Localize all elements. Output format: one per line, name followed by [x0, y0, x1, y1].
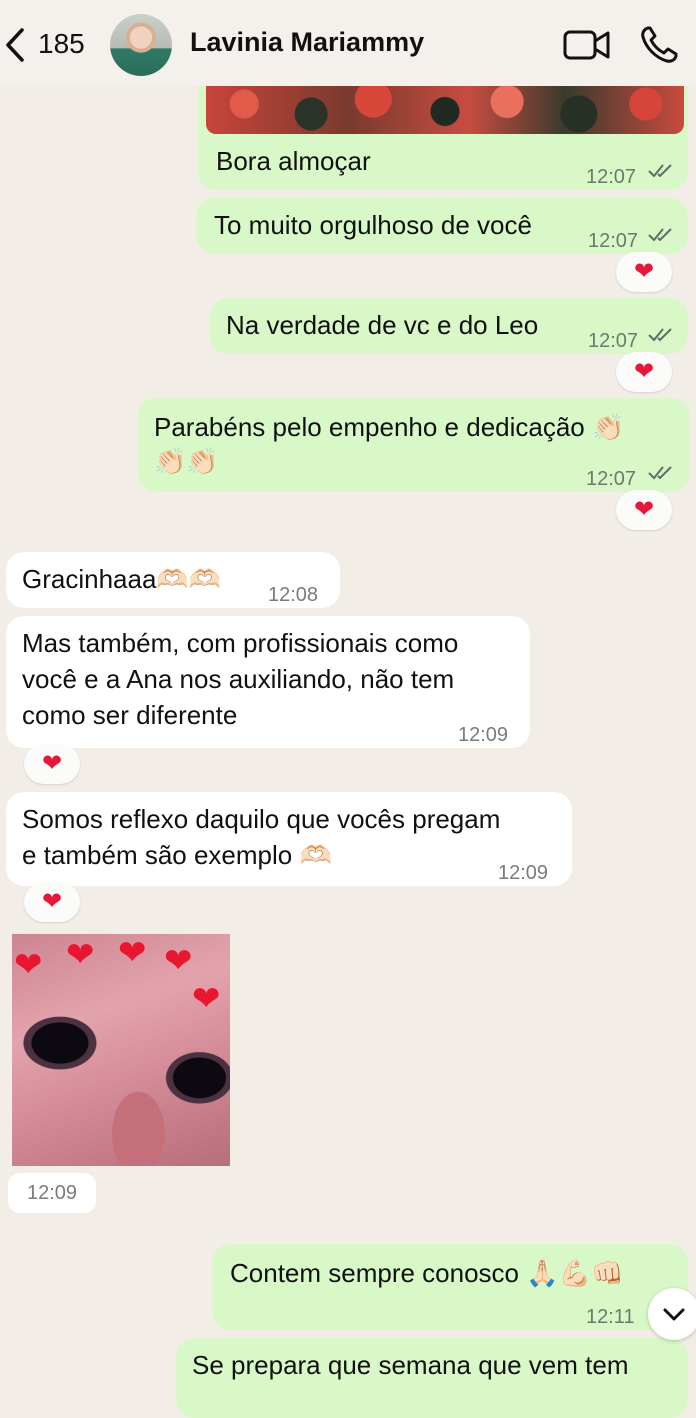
heart-icon: ❤ [633, 358, 655, 385]
read-ticks-icon [648, 228, 672, 242]
read-ticks-icon [648, 466, 672, 480]
outgoing-message[interactable]: To muito orgulhoso de você 12:07 [196, 198, 688, 254]
heart-reaction[interactable]: ❤ [24, 744, 80, 784]
sticker-heart-icon: ❤ [118, 934, 147, 972]
video-call-icon[interactable] [562, 28, 612, 62]
scroll-down-button[interactable] [648, 1288, 696, 1340]
message-time: 12:11 [586, 1306, 635, 1328]
kitten-sticker[interactable]: ❤ ❤ ❤ ❤ ❤ [12, 934, 230, 1166]
heart-icon: ❤ [633, 496, 655, 523]
unread-count[interactable]: 185 [38, 28, 85, 60]
heart-reaction[interactable]: ❤ [24, 882, 80, 922]
sticker-heart-icon: ❤ [192, 980, 221, 1018]
contact-name[interactable]: Lavinia Mariammy [190, 27, 424, 58]
message-text-line1: Mas também, com profissionais como [22, 628, 459, 658]
incoming-message[interactable]: Somos reflexo daquilo que vocês pregam e… [6, 792, 572, 886]
message-text: Na verdade de vc e do Leo [226, 310, 539, 340]
message-text: Bora almoçar [216, 146, 371, 176]
incoming-message[interactable]: Gracinhaaa🫶🏻🫶🏻 12:08 [6, 552, 340, 608]
outgoing-message[interactable]: Contem sempre conosco 🙏🏻💪🏻👊🏻 12:11 [212, 1244, 688, 1330]
message-text: Contem sempre conosco 🙏🏻💪🏻👊🏻 [230, 1258, 624, 1288]
message-time: 12:07 [586, 166, 637, 188]
heart-icon: ❤ [41, 888, 63, 915]
message-text-line3: como ser diferente [22, 700, 238, 730]
shared-photo[interactable] [206, 84, 684, 134]
sticker-heart-icon: ❤ [164, 942, 193, 980]
outgoing-message-caption: Bora almoçar 12:07 [198, 138, 688, 190]
message-text: Gracinhaaa🫶🏻🫶🏻 [22, 564, 222, 594]
sticker-heart-icon: ❤ [14, 946, 43, 984]
read-ticks-icon [648, 164, 672, 178]
outgoing-message[interactable]: Se prepara que semana que vem tem [176, 1338, 688, 1418]
chevron-down-icon [663, 1308, 685, 1321]
message-text-line1: Somos reflexo daquilo que vocês pregam [22, 804, 501, 834]
heart-icon: ❤ [633, 258, 655, 285]
message-text-line2: 👏🏻👏🏻 [154, 446, 219, 476]
message-text-line1: Parabéns pelo empenho e dedicação 👏🏻 [154, 412, 625, 442]
chat-header: 185 Lavinia Mariammy [0, 0, 696, 86]
outgoing-message[interactable]: Na verdade de vc e do Leo 12:07 [210, 298, 688, 354]
message-time: 12:09 [498, 862, 549, 884]
message-text-line2: e também são exemplo 🫶🏻 [22, 840, 332, 870]
back-chevron-icon[interactable] [2, 26, 28, 64]
message-time: 12:09 [8, 1173, 96, 1213]
heart-reaction[interactable]: ❤ [616, 352, 672, 392]
message-time: 12:08 [268, 584, 319, 606]
outgoing-message[interactable]: Parabéns pelo empenho e dedicação 👏🏻 👏🏻👏… [138, 398, 690, 492]
message-time: 12:09 [458, 724, 509, 746]
message-text: Se prepara que semana que vem tem [192, 1350, 629, 1380]
heart-reaction[interactable]: ❤ [616, 252, 672, 292]
sticker-heart-icon: ❤ [66, 936, 95, 974]
incoming-message[interactable]: Mas também, com profissionais como você … [6, 616, 530, 748]
phone-call-icon[interactable] [638, 24, 680, 66]
heart-icon: ❤ [41, 750, 63, 777]
heart-reaction[interactable]: ❤ [616, 490, 672, 530]
message-text-line2: você e a Ana nos auxiliando, não tem [22, 664, 455, 694]
read-ticks-icon [648, 328, 672, 342]
avatar[interactable] [110, 14, 172, 76]
message-text: To muito orgulhoso de você [214, 210, 532, 240]
